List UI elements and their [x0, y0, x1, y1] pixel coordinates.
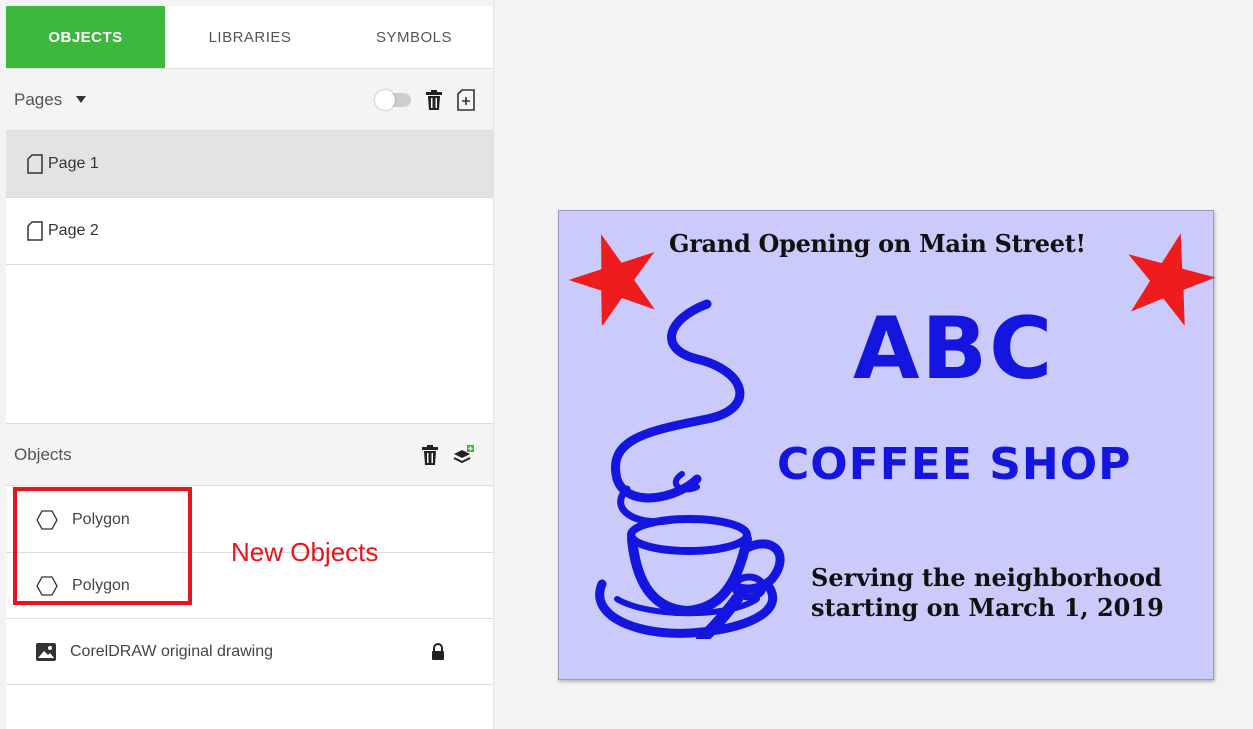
tab-objects[interactable]: OBJECTS: [6, 6, 165, 68]
new-layer-icon[interactable]: [453, 444, 475, 466]
poster-tagline: Serving the neighborhood starting on Mar…: [811, 563, 1164, 623]
delete-page-icon[interactable]: [425, 89, 443, 110]
pages-header-actions: [375, 69, 475, 130]
star-right-icon: [1128, 233, 1216, 325]
docker-tabs: OBJECTS LIBRARIES SYMBOLS: [6, 6, 493, 69]
page-label: Page 1: [48, 155, 99, 172]
delete-object-icon[interactable]: [421, 444, 439, 465]
poster-headline: Grand Opening on Main Street!: [669, 229, 1086, 258]
object-label: CorelDRAW original drawing: [70, 642, 274, 660]
image-icon: [36, 642, 56, 661]
toggle-knob: [375, 89, 395, 110]
pages-title: Pages: [14, 89, 63, 109]
pages-view-toggle[interactable]: [375, 89, 411, 110]
page-label: Page 2: [48, 222, 99, 239]
new-objects-annotation: New Objects: [231, 537, 379, 567]
objects-docker: OBJECTS LIBRARIES SYMBOLS Pages Page 1 P…: [6, 6, 493, 729]
lock-icon[interactable]: [431, 642, 445, 661]
page-list-item[interactable]: Page 2: [6, 198, 493, 265]
objects-header: Objects: [6, 423, 493, 486]
page-icon: [26, 154, 44, 174]
poster-tagline-line1: Serving the neighborhood: [811, 563, 1162, 592]
poster-subtitle: COFFEE SHOP: [777, 439, 1132, 490]
object-list-item[interactable]: CorelDRAW original drawing: [6, 619, 493, 685]
new-objects-highlight: [13, 487, 192, 605]
pages-header: Pages: [6, 69, 493, 131]
coffee-cup-icon: [595, 299, 785, 639]
pages-dropdown-caret-icon[interactable]: [76, 96, 87, 103]
poster-artboard[interactable]: Grand Opening on Main Street! ABC COFFEE…: [558, 210, 1216, 680]
tab-symbols[interactable]: SYMBOLS: [335, 6, 493, 68]
poster-tagline-line2: starting on March 1, 2019: [811, 593, 1164, 622]
page-list-item[interactable]: Page 1: [6, 131, 493, 198]
objects-header-actions: [421, 424, 475, 485]
add-page-icon[interactable]: [457, 88, 475, 111]
poster-brand: ABC: [853, 299, 1055, 399]
objects-title: Objects: [14, 444, 72, 464]
tab-libraries[interactable]: LIBRARIES: [165, 6, 335, 68]
page-icon: [26, 221, 44, 241]
